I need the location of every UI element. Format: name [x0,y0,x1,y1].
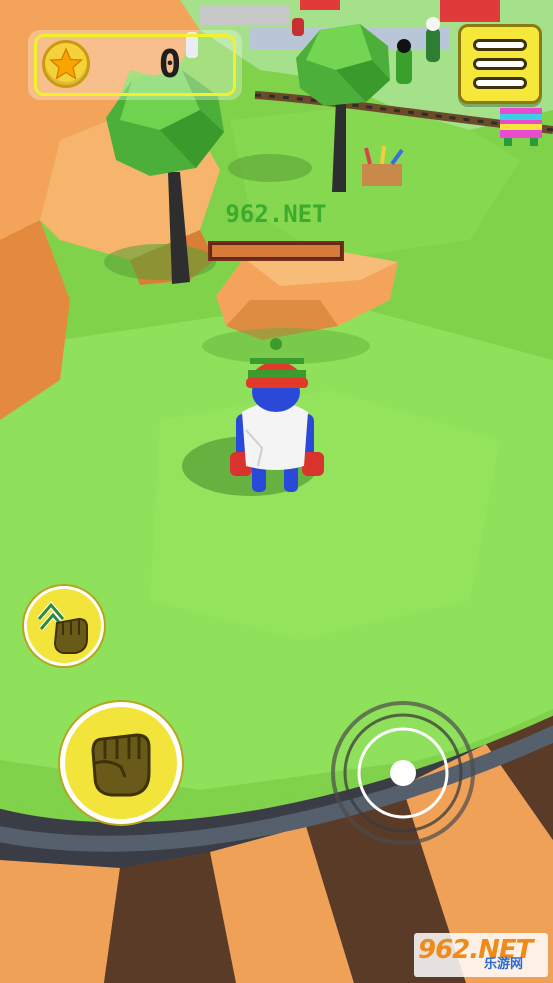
game-screen: 0 962.NET 962.NET 乐游网 [0,0,553,983]
coin-panel: 0 [28,30,242,100]
health-bar-fill [212,245,340,257]
movement-joystick[interactable] [330,700,476,846]
joystick-icon [331,701,475,845]
punch-button[interactable] [60,702,182,824]
health-bar [208,241,344,261]
coin-count: 0 [158,42,182,86]
grab-button[interactable] [24,586,104,666]
site-watermark: 962.NET 乐游网 [414,933,548,977]
menu-button[interactable] [458,24,542,104]
star-coin-icon [42,40,90,88]
punch-fist-icon [91,733,151,797]
watermark-subtitle: 乐游网 [484,957,524,972]
player-name-label: 962.NET [225,200,327,228]
grab-fist-icon [37,601,88,654]
